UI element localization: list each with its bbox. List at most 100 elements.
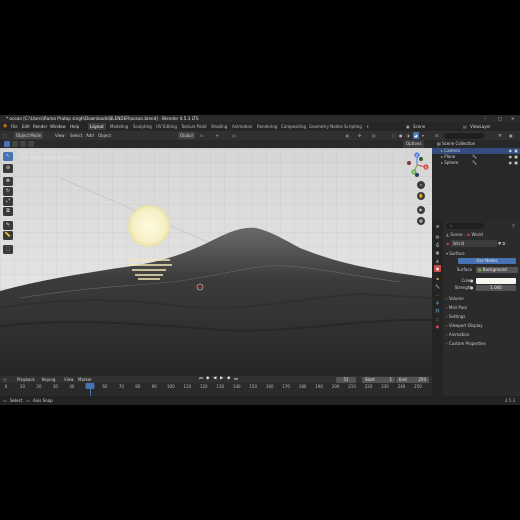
jump-start-icon[interactable]: ⏮ [199,376,203,382]
duplicate-icon[interactable]: ⧉ [502,241,505,246]
visibility-icon[interactable]: ◐ [346,132,350,139]
rotate-tool-icon[interactable]: ↻ [3,187,13,196]
panel-volume[interactable]: › Volume [446,295,518,302]
object-mode-dropdown[interactable]: Object Mode [14,132,44,139]
options-dropdown[interactable]: Options [403,140,425,148]
new-collection-icon[interactable]: ▣ [509,133,513,138]
tab-modeling[interactable]: Modeling [108,123,130,130]
menu-add[interactable]: Add [86,132,94,139]
outliner-editor-icon[interactable]: ☰ [435,133,439,138]
shading-material-icon[interactable]: ◑ [406,132,410,139]
navigation-gizmo[interactable]: X Y Z [404,152,430,178]
menu-keying[interactable]: Keying [42,377,55,382]
menu-edit[interactable]: Edit [22,124,30,129]
strength-field[interactable]: 1.000 [476,285,516,291]
color-socket-icon[interactable]: ● [470,278,474,284]
fake-user-icon[interactable]: ⛊ [498,241,501,246]
constraints-tab-icon[interactable]: ⛓ [434,307,441,314]
use-nodes-button[interactable]: Use Nodes [458,258,516,264]
overlay-toggle-icon[interactable]: ◍ [372,132,376,139]
panel-settings[interactable]: › Settings [446,313,518,320]
tool-tab-icon[interactable]: ⚒ [434,223,441,230]
tab-layout[interactable]: Layout [88,123,106,130]
physics-tab-icon[interactable]: ◍ [434,299,441,306]
shading-solid-icon[interactable]: ● [399,132,403,139]
tab-compositing[interactable]: Compositing [279,123,308,130]
measure-tool-icon[interactable]: 📏 [3,231,13,240]
scale-tool-icon[interactable]: ⤢ [3,197,13,206]
start-frame-field[interactable]: Start 1 [362,376,395,383]
menu-view[interactable]: View [55,132,65,139]
shading-wireframe-icon[interactable]: ○ [392,132,396,139]
particles-tab-icon[interactable]: ∴ [434,291,441,298]
world-selector[interactable]: ◉ World ⛊ ⧉ [446,240,518,247]
gizmo-toggle-icon[interactable]: ✥ [358,132,361,139]
prev-key-icon[interactable]: ◆ [206,376,209,381]
menu-marker[interactable]: Marker [78,377,92,382]
tab-uv-editing[interactable]: UV Editing [154,123,179,130]
menu-render[interactable]: Render [33,124,47,129]
scene-tab-icon[interactable]: ◭ [434,257,441,264]
material-tab-icon[interactable]: ● [434,323,441,330]
snap-icon[interactable]: ⌖ [216,132,218,139]
editor-type-icon[interactable]: ⬚ [3,132,7,139]
select-subtract-icon[interactable] [20,141,26,147]
timeline-editor-icon[interactable]: ◷ [3,377,7,382]
visibility-eye-icon[interactable]: ◉ [509,160,513,166]
outliner-search-input[interactable] [444,132,484,139]
output-tab-icon[interactable]: ⎙ [434,241,441,248]
transform-orientation-dropdown[interactable]: Global [178,132,195,139]
play-reverse-icon[interactable]: ◀ [213,376,216,381]
current-frame-field[interactable]: 51 [336,376,356,383]
timeline[interactable]: ◷ Playback Keying View Marker ⏮ ◆ ◀ ▶ ◆ … [0,376,432,396]
panel-mist-pass[interactable]: › Mist Pass [446,304,518,311]
end-frame-field[interactable]: End 250 [396,376,429,383]
3d-viewport[interactable]: User Perspective (51) Scene Collection |… [0,148,432,376]
cursor-tool-icon[interactable]: ⊕ [3,164,13,173]
scene-icon[interactable]: ▣ [406,124,410,129]
tab-rendering[interactable]: Rendering [255,123,279,130]
tab-geometry-nodes[interactable]: Geometry Nodes [307,123,345,130]
annotate-tool-icon[interactable]: ✎ [3,221,13,230]
properties-search-input[interactable]: ⌕ [446,223,484,229]
zoom-icon[interactable]: ⌕ [417,181,425,189]
object-tab-icon[interactable]: ▪ [434,275,441,282]
next-key-icon[interactable]: ◆ [227,376,230,381]
shading-options-icon[interactable]: ▾ [422,132,424,139]
pin-icon[interactable]: ⚲ [512,223,515,228]
view-layer-icon[interactable]: ▤ [463,124,467,129]
pan-hand-icon[interactable]: ✋ [417,192,425,200]
tab-texture-paint[interactable]: Texture Paint [179,123,209,130]
color-swatch[interactable] [476,278,516,284]
add-cube-tool-icon[interactable]: ⬚ [3,245,13,254]
outliner-item-sphere[interactable]: ▸ Sphere 🔧 ◉ ▣ [432,160,520,166]
panel-animation[interactable]: › Animation [446,331,518,338]
jump-end-icon[interactable]: ⏭ [234,376,238,382]
perspective-toggle-icon[interactable]: ▦ [417,217,425,225]
minimize-button[interactable]: – [484,116,486,121]
close-button[interactable]: ✕ [511,116,514,121]
select-invert-icon[interactable] [28,141,34,147]
shading-rendered-icon[interactable]: ◕ [413,132,419,139]
maximize-button[interactable]: □ [498,116,502,121]
menu-playback[interactable]: Playback [17,377,35,382]
menu-help[interactable]: Help [70,124,79,129]
menu-window[interactable]: Window [50,124,66,129]
panel-custom-properties[interactable]: › Custom Properties [446,340,518,347]
render-camera-icon[interactable]: ▣ [514,160,518,166]
select-box-mode-icon[interactable] [4,141,10,147]
world-tab-icon[interactable]: ◉ [434,265,441,272]
surface-shader-dropdown[interactable]: ● Background [476,267,518,273]
tab-shading[interactable]: Shading [209,123,229,130]
pivot-icon[interactable]: ⊙ [200,132,203,139]
proportional-edit-icon[interactable]: ◎ [232,132,236,139]
scene-selector[interactable]: Scene [413,124,425,129]
filter-icon[interactable]: ⧩ [498,133,502,138]
render-tab-icon[interactable]: ▤ [434,233,441,240]
modifier-tab-icon[interactable]: 🔧 [434,283,441,290]
blender-logo-icon[interactable]: ◉ [3,123,7,129]
add-workspace-button[interactable]: + [364,123,371,130]
select-tool-icon[interactable]: ↖ [3,152,13,161]
tab-scripting[interactable]: Scripting [342,123,364,130]
view-layer-selector[interactable]: ViewLayer [470,124,491,129]
